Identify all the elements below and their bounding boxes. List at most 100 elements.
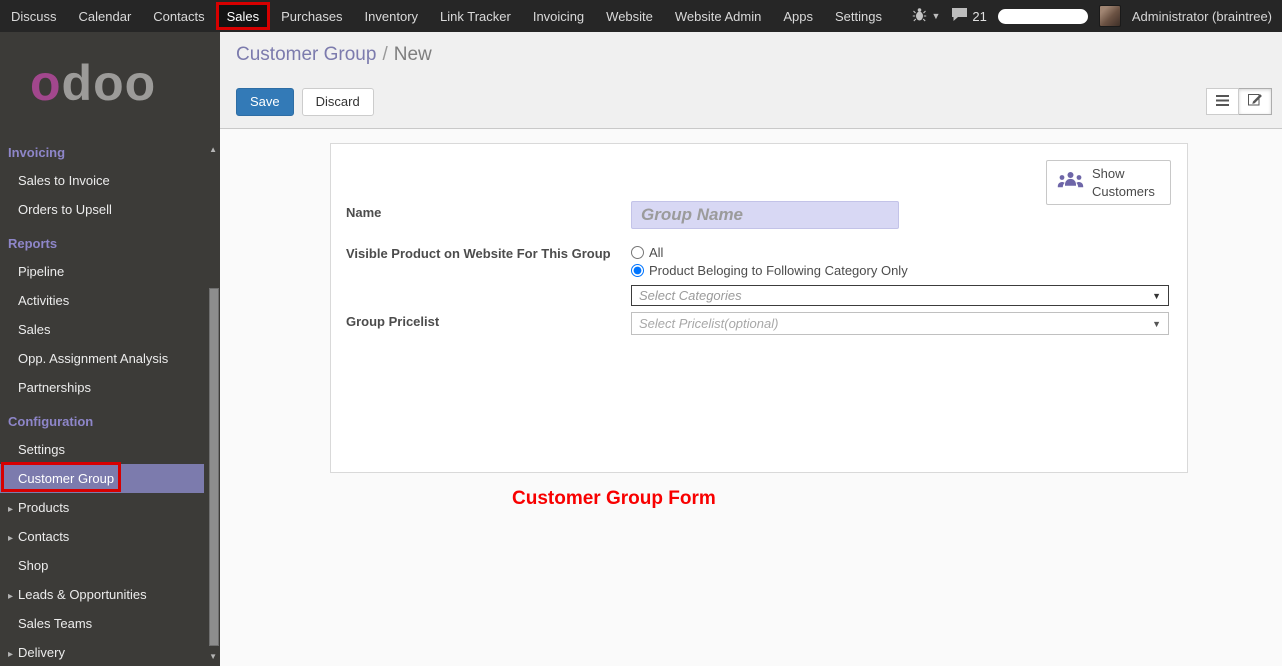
list-view-button[interactable] [1206,88,1239,115]
topbar-menu-settings[interactable]: Settings [824,0,893,32]
topbar-menu-calendar[interactable]: Calendar [68,0,143,32]
sidebar-section-configuration: Configuration [0,402,220,435]
form-view-button[interactable] [1239,88,1272,115]
chevron-right-icon: ▸ [8,649,18,660]
sidebar-item-sales-to-invoice[interactable]: Sales to Invoice [0,166,220,195]
topbar-menu-website-admin[interactable]: Website Admin [664,0,772,32]
sidebar-item-label: Settings [18,442,65,457]
bug-icon [912,7,927,25]
radio-all-input[interactable] [631,246,644,259]
name-label: Name [346,205,381,220]
sidebar: odoo ▲ Invoicing Sales to Invoice Orders… [0,32,220,666]
sidebar-item-sales[interactable]: Sales [0,315,220,344]
sidebar-item-sales-teams[interactable]: Sales Teams [0,609,220,638]
topbar-menu-apps[interactable]: Apps [772,0,824,32]
sidebar-item-opp-assignment-analysis[interactable]: Opp. Assignment Analysis [0,344,220,373]
chevron-right-icon: ▸ [8,591,18,602]
breadcrumb: Customer Group/New [236,44,432,66]
radio-option-category-only[interactable]: Product Beloging to Following Category O… [631,263,908,278]
breadcrumb-current: New [394,44,432,65]
sidebar-item-products[interactable]: ▸Products [0,493,220,522]
odoo-logo: odoo [30,56,220,111]
app-window: Discuss Calendar Contacts Sales Purchase… [0,0,1282,666]
topbar-menu-purchases[interactable]: Purchases [270,0,353,32]
categories-placeholder: Select Categories [639,288,742,303]
group-pricelist-label: Group Pricelist [346,314,439,329]
radio-all-label: All [649,245,663,260]
sidebar-menu: Invoicing Sales to Invoice Orders to Ups… [0,133,220,666]
show-customers-label: Show Customers [1092,165,1160,200]
breadcrumb-customer-group[interactable]: Customer Group [236,44,376,65]
topbar-menu-link-tracker[interactable]: Link Tracker [429,0,522,32]
sidebar-item-label: Orders to Upsell [18,202,112,217]
form-sheet: Show Customers Name Visible Product on W… [330,143,1188,473]
chevron-right-icon: ▸ [8,504,18,515]
sidebar-item-customer-group[interactable]: Customer Group [0,464,204,493]
topbar-menu-sales[interactable]: Sales [216,2,271,30]
discard-button[interactable]: Discard [302,88,374,116]
sidebar-item-label: Partnerships [18,380,91,395]
group-name-input[interactable] [631,201,899,229]
systray-widget-pill [998,9,1088,24]
sidebar-item-leads-opportunities[interactable]: ▸Leads & Opportunities [0,580,220,609]
sidebar-scrollbar-thumb[interactable] [209,288,219,646]
topbar-menu-invoicing[interactable]: Invoicing [522,0,595,32]
visible-product-label: Visible Product on Website For This Grou… [346,246,646,261]
annotation-caption: Customer Group Form [512,488,716,510]
radio-category-label: Product Beloging to Following Category O… [649,263,908,278]
dropdown-arrow-icon: ▼ [1152,291,1161,301]
scroll-down-arrow[interactable]: ▼ [209,652,217,661]
radio-category-input[interactable] [631,264,644,277]
sidebar-item-pipeline[interactable]: Pipeline [0,257,220,286]
topbar-menu-website[interactable]: Website [595,0,664,32]
action-buttons: Save Discard [236,88,374,116]
show-customers-button[interactable]: Show Customers [1046,160,1171,205]
customers-group-icon [1057,171,1084,195]
pricelist-select[interactable]: Select Pricelist(optional) ▼ [631,312,1169,335]
sidebar-item-activities[interactable]: Activities [0,286,220,315]
sidebar-section-reports: Reports [0,224,220,257]
control-panel: Customer Group/New Save Discard [220,32,1282,129]
sidebar-item-label: Pipeline [18,264,64,279]
user-menu[interactable]: Administrator (braintree) [1132,9,1272,24]
breadcrumb-separator: / [376,44,393,65]
chevron-down-icon: ▼ [931,11,940,21]
radio-option-all[interactable]: All [631,245,663,260]
sidebar-item-partnerships[interactable]: Partnerships [0,373,220,402]
categories-select[interactable]: Select Categories ▼ [631,285,1169,306]
sidebar-item-label: Sales [18,322,51,337]
scroll-up-arrow[interactable]: ▲ [209,145,217,154]
sidebar-item-label: Shop [18,558,48,573]
message-count: 21 [972,9,986,24]
sidebar-item-label: Opp. Assignment Analysis [18,351,168,366]
sidebar-item-label: Sales Teams [18,616,92,631]
sidebar-item-label: Delivery [18,645,65,660]
sidebar-item-settings[interactable]: Settings [0,435,220,464]
sidebar-section-invoicing: Invoicing [0,133,220,166]
sidebar-item-contacts[interactable]: ▸Contacts [0,522,220,551]
debug-menu[interactable]: ▼ [912,7,940,25]
sidebar-item-shop[interactable]: Shop [0,551,220,580]
chevron-right-icon: ▸ [8,533,18,544]
save-button[interactable]: Save [236,88,294,116]
main-area: Customer Group/New Save Discard [220,32,1282,666]
sidebar-item-label: Products [18,500,69,515]
list-icon [1216,93,1229,111]
pricelist-placeholder: Select Pricelist(optional) [639,316,778,331]
sidebar-item-label: Customer Group [18,471,114,486]
avatar[interactable] [1099,5,1121,27]
topbar-menu-discuss[interactable]: Discuss [0,0,68,32]
sidebar-item-label: Activities [18,293,69,308]
topbar-menu-inventory[interactable]: Inventory [354,0,429,32]
form-view: Show Customers Name Visible Product on W… [220,129,1282,666]
sidebar-item-label: Contacts [18,529,69,544]
sidebar-item-delivery[interactable]: ▸Delivery [0,638,220,666]
top-navbar: Discuss Calendar Contacts Sales Purchase… [0,0,1282,32]
systray: ▼ 21 Administrator (braintree) [912,5,1282,27]
sidebar-item-orders-to-upsell[interactable]: Orders to Upsell [0,195,220,224]
view-switcher [1206,88,1272,115]
edit-form-icon [1248,92,1263,111]
messages-indicator[interactable]: 21 [951,7,986,25]
sidebar-item-label: Leads & Opportunities [18,587,147,602]
topbar-menu-contacts[interactable]: Contacts [142,0,215,32]
